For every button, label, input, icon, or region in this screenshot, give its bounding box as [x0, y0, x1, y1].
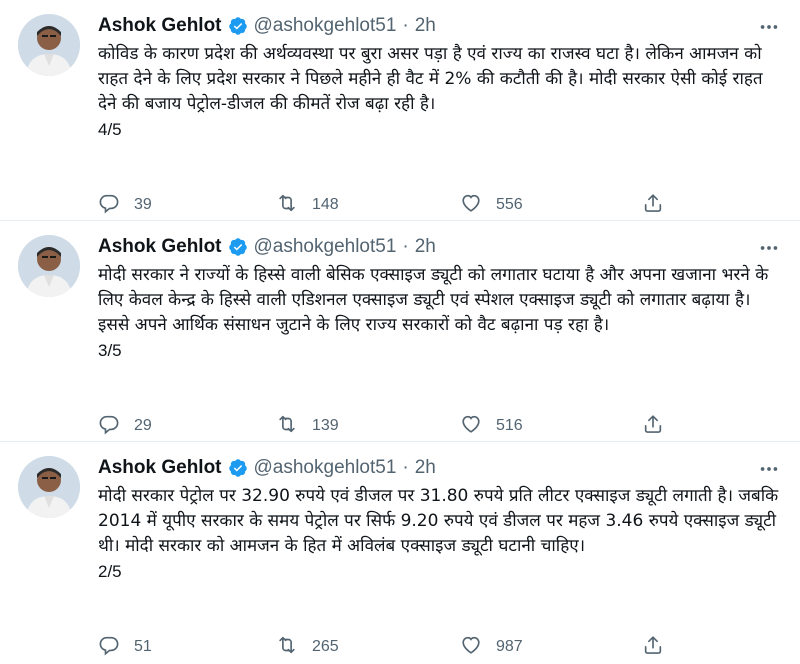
- share-button[interactable]: [642, 634, 664, 661]
- heart-icon: [460, 413, 482, 440]
- tweet[interactable]: Ashok Gehlot @ashokgehlot51 · 2h मोदी सर…: [0, 442, 800, 663]
- verified-badge-icon: [228, 237, 248, 257]
- separator-dot: ·: [402, 236, 409, 257]
- more-options-icon[interactable]: [758, 16, 780, 43]
- avatar[interactable]: [18, 14, 80, 76]
- tweet-content: Ashok Gehlot @ashokgehlot51 · 2h कोविड क…: [98, 12, 780, 213]
- reply-button[interactable]: 39: [98, 192, 152, 219]
- tweet-header: Ashok Gehlot @ashokgehlot51 · 2h: [98, 12, 780, 40]
- tweet[interactable]: Ashok Gehlot @ashokgehlot51 · 2h कोविड क…: [0, 0, 800, 221]
- heart-icon: [460, 634, 482, 661]
- verified-badge-icon: [228, 16, 248, 36]
- like-count: 556: [496, 196, 523, 213]
- reply-count: 51: [134, 638, 152, 655]
- retweet-count: 139: [312, 417, 339, 434]
- share-button[interactable]: [642, 192, 664, 219]
- retweet-button[interactable]: 265: [276, 634, 339, 661]
- heart-icon: [460, 192, 482, 219]
- author-name[interactable]: Ashok Gehlot: [98, 236, 222, 258]
- like-count: 987: [496, 638, 523, 655]
- reply-count: 39: [134, 196, 152, 213]
- avatar[interactable]: [18, 235, 80, 297]
- tweet-actions: 39 148 556: [98, 190, 780, 220]
- reply-button[interactable]: 29: [98, 413, 152, 440]
- verified-badge-icon: [228, 458, 248, 478]
- reply-icon: [98, 192, 120, 219]
- retweet-icon: [276, 634, 298, 661]
- tweet-feed: Ashok Gehlot @ashokgehlot51 · 2h कोविड क…: [0, 0, 800, 663]
- retweet-count: 148: [312, 196, 339, 213]
- reply-icon: [98, 634, 120, 661]
- thread-counter: 3/5: [98, 341, 122, 360]
- tweet-actions: 51 265 987: [98, 632, 780, 662]
- reply-count: 29: [134, 417, 152, 434]
- separator-dot: ·: [402, 457, 409, 478]
- tweet[interactable]: Ashok Gehlot @ashokgehlot51 · 2h मोदी सर…: [0, 221, 800, 442]
- separator-dot: ·: [402, 15, 409, 36]
- timestamp[interactable]: 2h: [415, 457, 436, 479]
- author-handle[interactable]: @ashokgehlot51: [254, 457, 397, 479]
- tweet-content: Ashok Gehlot @ashokgehlot51 · 2h मोदी सर…: [98, 233, 780, 434]
- author-handle[interactable]: @ashokgehlot51: [254, 236, 397, 258]
- retweet-count: 265: [312, 638, 339, 655]
- tweet-actions: 29 139 516: [98, 411, 780, 441]
- author-handle[interactable]: @ashokgehlot51: [254, 15, 397, 37]
- thread-counter: 2/5: [98, 562, 122, 581]
- tweet-content: Ashok Gehlot @ashokgehlot51 · 2h मोदी सर…: [98, 454, 784, 655]
- retweet-icon: [276, 413, 298, 440]
- tweet-text: मोदी सरकार पेट्रोल पर 32.90 रुपये एवं डी…: [98, 486, 784, 556]
- share-button[interactable]: [642, 413, 664, 440]
- tweet-text: मोदी सरकार ने राज्यों के हिस्से वाली बेस…: [98, 265, 774, 335]
- tweet-header: Ashok Gehlot @ashokgehlot51 · 2h: [98, 454, 780, 482]
- tweet-text: कोविड के कारण प्रदेश की अर्थव्यवस्था पर …: [98, 44, 769, 114]
- avatar[interactable]: [18, 456, 80, 518]
- reply-button[interactable]: 51: [98, 634, 152, 661]
- share-icon: [642, 192, 664, 219]
- thread-counter: 4/5: [98, 120, 122, 139]
- timestamp[interactable]: 2h: [415, 15, 436, 37]
- author-name[interactable]: Ashok Gehlot: [98, 15, 222, 37]
- more-options-icon[interactable]: [758, 458, 780, 485]
- retweet-button[interactable]: 148: [276, 192, 339, 219]
- reply-icon: [98, 413, 120, 440]
- like-button[interactable]: 556: [460, 192, 523, 219]
- timestamp[interactable]: 2h: [415, 236, 436, 258]
- like-count: 516: [496, 417, 523, 434]
- retweet-icon: [276, 192, 298, 219]
- share-icon: [642, 413, 664, 440]
- share-icon: [642, 634, 664, 661]
- retweet-button[interactable]: 139: [276, 413, 339, 440]
- like-button[interactable]: 987: [460, 634, 523, 661]
- author-name[interactable]: Ashok Gehlot: [98, 457, 222, 479]
- like-button[interactable]: 516: [460, 413, 523, 440]
- more-options-icon[interactable]: [758, 237, 780, 264]
- tweet-header: Ashok Gehlot @ashokgehlot51 · 2h: [98, 233, 780, 261]
